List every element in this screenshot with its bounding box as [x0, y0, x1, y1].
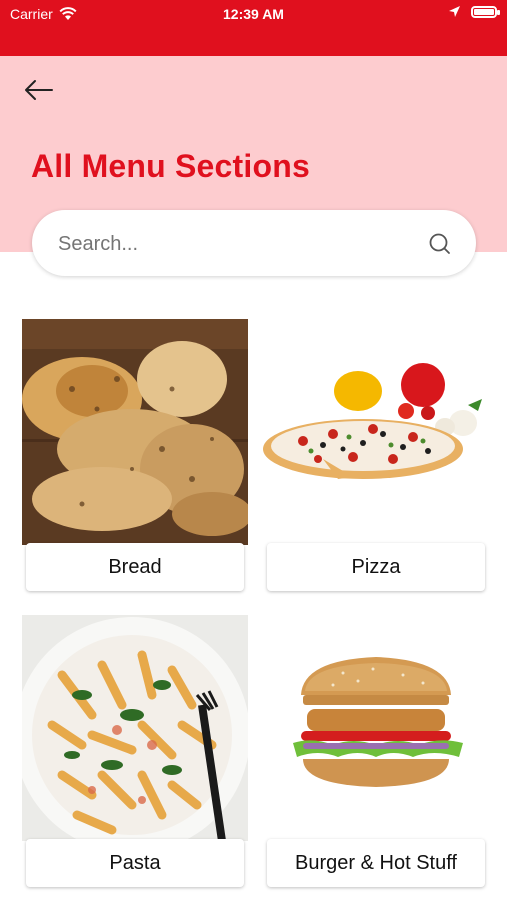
- back-button[interactable]: [22, 76, 62, 104]
- section-card-pizza[interactable]: Pizza: [263, 319, 489, 595]
- burger-image: [263, 615, 489, 841]
- status-bar: Carrier 12:39 AM: [0, 0, 507, 56]
- battery-icon: [471, 5, 500, 18]
- search-input[interactable]: [56, 210, 420, 278]
- section-card-bread[interactable]: Bread: [22, 319, 248, 595]
- pasta-image: [22, 615, 248, 841]
- bread-image: [22, 319, 248, 545]
- page-title: All Menu Sections: [31, 148, 310, 184]
- section-card-burger[interactable]: Burger & Hot Stuff: [263, 615, 489, 891]
- section-label-pasta[interactable]: Pasta: [26, 839, 244, 887]
- pizza-image: [263, 319, 489, 545]
- status-right-icons: [448, 5, 500, 18]
- search-icon[interactable]: [428, 232, 452, 256]
- location-arrow-icon: [449, 6, 460, 17]
- status-time: 12:39 AM: [223, 6, 284, 22]
- section-label-pizza[interactable]: Pizza: [267, 543, 485, 591]
- search-bar[interactable]: [32, 210, 476, 278]
- section-label-bread[interactable]: Bread: [26, 543, 244, 591]
- section-card-pasta[interactable]: Pasta: [22, 615, 248, 891]
- arrow-left-icon: [25, 80, 53, 100]
- section-label-burger[interactable]: Burger & Hot Stuff: [267, 839, 485, 887]
